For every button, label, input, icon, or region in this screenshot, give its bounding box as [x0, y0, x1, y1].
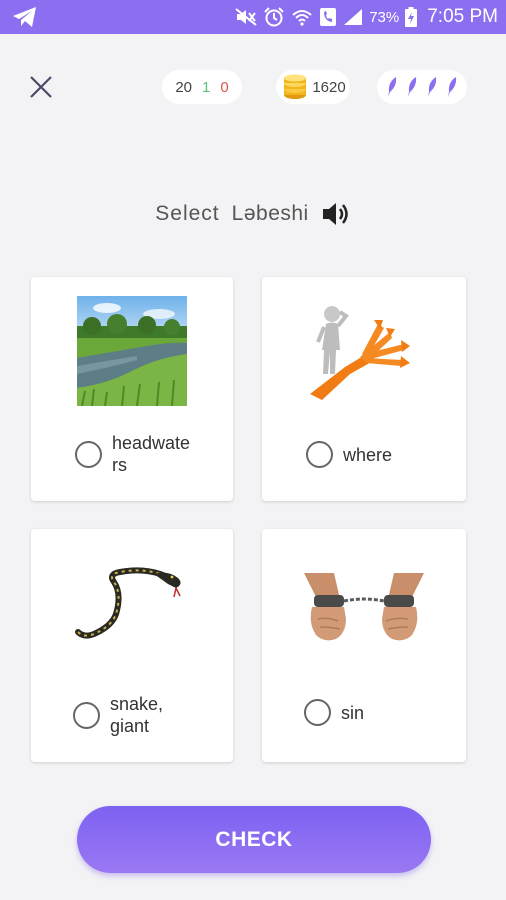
option-label: where [343, 444, 393, 465]
close-icon [30, 76, 52, 98]
handcuffed-hands-image [304, 573, 424, 641]
option-radio-group[interactable]: sin [304, 699, 364, 726]
progress-stats: 20 1 0 [162, 70, 242, 104]
option-label: sin [341, 702, 365, 723]
coin-count: 1620 [312, 78, 346, 96]
check-button[interactable]: CHECK [77, 806, 431, 873]
coin-stack-icon [284, 74, 307, 99]
feather-icon [428, 77, 437, 97]
question-prompt: Select Ləbeshi [0, 200, 506, 228]
option-card[interactable]: sin [262, 529, 466, 762]
radio-button[interactable] [73, 701, 100, 729]
close-button[interactable] [24, 70, 58, 104]
radio-button[interactable] [304, 699, 331, 726]
feather-icon [448, 77, 457, 97]
radio-button[interactable] [306, 441, 333, 468]
wrong-count: 0 [220, 78, 229, 96]
total-count: 20 [175, 78, 192, 96]
battery-text: 73% [369, 8, 400, 26]
mute-icon [235, 8, 257, 26]
speaker-icon[interactable] [321, 200, 351, 228]
signal-icon [343, 8, 363, 26]
status-bar: 73% 7:05 PM [0, 0, 506, 34]
telegram-icon [12, 6, 38, 33]
lives-indicator [377, 70, 467, 104]
option-radio-group[interactable]: where [306, 441, 392, 468]
option-card[interactable]: headwate rs [31, 277, 233, 501]
option-radio-group[interactable]: snake, giant [73, 693, 163, 737]
person-choosing-direction-image [310, 306, 410, 400]
option-radio-group[interactable]: headwate rs [75, 432, 190, 476]
option-label: snake, giant [110, 694, 164, 736]
option-card[interactable]: where [262, 277, 466, 501]
radio-button[interactable] [75, 440, 102, 468]
snake-image [75, 567, 181, 639]
clock-text: 7:05 PM [427, 6, 498, 27]
option-label: headwate rs [112, 433, 191, 475]
feather-icon [408, 77, 417, 97]
wifi-icon [291, 7, 313, 27]
phone-icon [319, 7, 337, 27]
coins-pill: 1620 [276, 70, 350, 104]
battery-icon [405, 7, 418, 27]
alarm-icon [263, 7, 285, 27]
river-landscape-image [77, 296, 187, 406]
feather-icon [388, 77, 397, 97]
prompt-text: Select [155, 202, 220, 225]
target-word: Ləbeshi [231, 202, 309, 225]
correct-count: 1 [202, 78, 211, 96]
option-card[interactable]: snake, giant [31, 529, 233, 762]
